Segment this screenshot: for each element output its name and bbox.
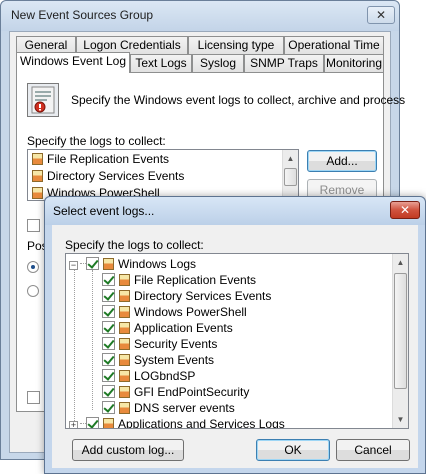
add-button[interactable]: Add... <box>307 150 377 172</box>
logs-scrollbar[interactable]: ▲ <box>282 150 298 200</box>
event-log-icon <box>27 83 59 117</box>
tab-label: Monitoring <box>325 56 383 70</box>
checkbox-checked-icon[interactable] <box>102 401 115 414</box>
event-log-icon <box>119 402 130 414</box>
event-log-icon <box>119 274 130 286</box>
logs-label: Specify the logs to collect: <box>27 134 166 148</box>
tree-node-applications-and-services[interactable]: + Applications and Services Logs <box>69 416 285 428</box>
ok-button[interactable]: OK <box>256 439 330 461</box>
checkbox-checked-icon[interactable] <box>102 305 115 318</box>
tree-scrollbar[interactable]: ▲ ▼ <box>392 254 408 428</box>
main-window-titlebar: New Event Sources Group ✕ <box>1 1 399 31</box>
tree-node-log[interactable]: System Events <box>102 352 214 368</box>
option-checkbox[interactable] <box>27 219 40 232</box>
checkbox-checked-icon[interactable] <box>102 321 115 334</box>
tree-node-log[interactable]: GFI EndPointSecurity <box>102 384 249 400</box>
tab-label: Windows Event Log <box>19 54 127 68</box>
tree-node-log[interactable]: Directory Services Events <box>102 288 271 304</box>
tree-node-log[interactable]: DNS server events <box>102 400 235 416</box>
tab-windows-event-log[interactable]: Windows Event Log <box>16 52 130 73</box>
tab-operational-time[interactable]: Operational Time <box>284 36 384 55</box>
dialog-titlebar: Select event logs... ✕ <box>45 197 425 225</box>
tab-text-logs[interactable]: Text Logs <box>130 54 192 73</box>
tab-label: Operational Time <box>288 38 380 52</box>
event-log-icon <box>119 386 130 398</box>
checkbox-checked-icon[interactable] <box>102 273 115 286</box>
scroll-up-icon[interactable]: ▲ <box>393 254 408 271</box>
event-log-icon <box>32 153 43 165</box>
cancel-button[interactable]: Cancel <box>336 439 410 461</box>
tab-label: Text Logs <box>135 56 187 70</box>
tab-snmp-traps[interactable]: SNMP Traps <box>244 54 324 73</box>
tree-node-windows-logs[interactable]: − Windows Logs <box>69 256 196 272</box>
tab-label: Licensing type <box>197 38 275 52</box>
scrollbar-thumb[interactable] <box>284 168 297 186</box>
event-log-icon <box>32 187 43 199</box>
logs-listbox[interactable]: File Replication Events Directory Servic… <box>27 149 299 201</box>
event-log-icon <box>103 258 114 270</box>
dialog-title: Select event logs... <box>53 204 155 218</box>
tab-label: Logon Credentials <box>83 38 181 52</box>
event-log-icon <box>119 338 130 350</box>
event-log-icon <box>32 170 43 182</box>
add-custom-log-button[interactable]: Add custom log... <box>72 439 184 461</box>
event-log-icon <box>119 322 130 334</box>
option-checkbox-2[interactable] <box>27 391 40 404</box>
tab-label: General <box>24 38 68 52</box>
event-log-icon <box>119 354 130 366</box>
scrollbar-thumb[interactable] <box>394 273 407 389</box>
event-log-tree[interactable]: − Windows Logs File Replication Events Di… <box>65 253 409 429</box>
checkbox-checked-icon[interactable] <box>102 289 115 302</box>
tree-node-log[interactable]: LOGbndSP <box>102 368 195 384</box>
dialog-client: Specify the logs to collect: − Windows Lo… <box>52 225 418 468</box>
checkbox-checked-icon[interactable] <box>86 417 99 428</box>
event-log-icon <box>119 370 130 382</box>
tab-label: Syslog <box>199 56 237 70</box>
scroll-down-icon[interactable]: ▼ <box>393 411 408 428</box>
tab-syslog[interactable]: Syslog <box>192 54 244 73</box>
close-icon[interactable]: ✕ <box>390 201 420 219</box>
description-text: Specify the Windows event logs to collec… <box>71 93 406 107</box>
option-radio-1[interactable] <box>27 261 39 273</box>
expand-icon[interactable]: + <box>69 421 78 428</box>
tree-line <box>74 267 75 427</box>
folder-icon <box>103 418 114 428</box>
main-window-close-button[interactable]: ✕ <box>367 6 395 24</box>
tab-label: SNMP Traps <box>250 56 318 70</box>
tab-licensing-type[interactable]: Licensing type <box>188 36 284 55</box>
checkbox-checked-icon[interactable] <box>86 257 99 270</box>
scroll-up-icon[interactable]: ▲ <box>283 150 298 167</box>
list-item[interactable]: Directory Services Events <box>32 168 184 185</box>
list-item[interactable]: File Replication Events <box>32 151 169 168</box>
tab-monitoring[interactable]: Monitoring <box>324 54 384 73</box>
checkbox-checked-icon[interactable] <box>102 369 115 382</box>
event-log-icon <box>119 290 130 302</box>
event-log-icon <box>119 306 130 318</box>
tree-node-log[interactable]: Windows PowerShell <box>102 304 247 320</box>
main-window-title: New Event Sources Group <box>11 8 154 22</box>
tree-node-log[interactable]: Application Events <box>102 320 233 336</box>
checkbox-checked-icon[interactable] <box>102 385 115 398</box>
checkbox-checked-icon[interactable] <box>102 353 115 366</box>
tree-node-log[interactable]: Security Events <box>102 336 217 352</box>
checkbox-checked-icon[interactable] <box>102 337 115 350</box>
collapse-icon[interactable]: − <box>69 261 78 270</box>
select-event-logs-dialog: Select event logs... ✕ Specify the logs … <box>44 196 426 474</box>
tree-node-log[interactable]: File Replication Events <box>102 272 256 288</box>
tree-line <box>92 270 93 410</box>
option-radio-2[interactable] <box>27 285 39 297</box>
dialog-logs-label: Specify the logs to collect: <box>65 238 204 252</box>
